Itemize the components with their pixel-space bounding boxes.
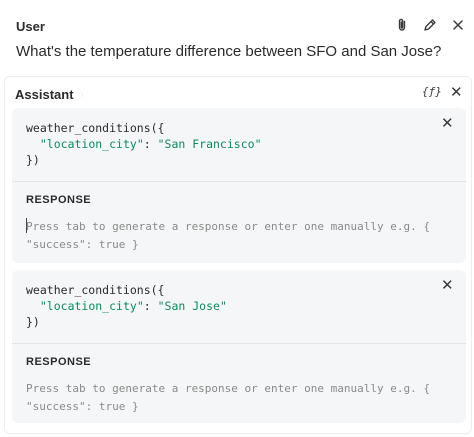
response-input[interactable] <box>24 216 454 256</box>
divider <box>12 343 466 344</box>
argument-key: "location_city" <box>39 299 144 313</box>
tool-call-close-icon[interactable]: ✕ <box>441 278 454 293</box>
response-input[interactable] <box>24 378 454 418</box>
tool-call-card: weather_conditions({ "location_city": "S… <box>12 108 466 263</box>
function-name: weather_conditions <box>26 283 151 297</box>
function-call-code: weather_conditions({ "location_city": "S… <box>26 283 227 329</box>
pencil-icon[interactable] <box>421 16 439 34</box>
response-label: RESPONSE <box>26 356 92 368</box>
function-icon[interactable]: {ƒ} <box>422 85 442 98</box>
argument-key: "location_city" <box>39 137 144 151</box>
assistant-message-panel: Assistant ◌ {ƒ} ✕ weather_conditions({ "… <box>4 76 472 434</box>
paperclip-icon[interactable] <box>393 16 411 34</box>
tool-call-card: weather_conditions({ "location_city": "S… <box>12 270 466 423</box>
function-call-code: weather_conditions({ "location_city": "S… <box>26 121 262 167</box>
user-role-label: User <box>16 19 45 34</box>
divider <box>12 181 466 182</box>
user-message-header: User <box>0 10 474 40</box>
assistant-toggle-icon[interactable]: ◌ <box>78 89 83 99</box>
response-label: RESPONSE <box>26 194 92 206</box>
user-message-text: What's the temperature difference betwee… <box>16 43 442 60</box>
function-name: weather_conditions <box>26 121 151 135</box>
close-icon[interactable] <box>449 16 467 34</box>
argument-value: "San Francisco" <box>157 137 262 151</box>
argument-value: "San Jose" <box>157 299 227 313</box>
assistant-role-label: Assistant <box>15 87 74 102</box>
tool-call-close-icon[interactable]: ✕ <box>441 116 454 131</box>
assistant-close-icon[interactable]: ✕ <box>450 85 463 100</box>
